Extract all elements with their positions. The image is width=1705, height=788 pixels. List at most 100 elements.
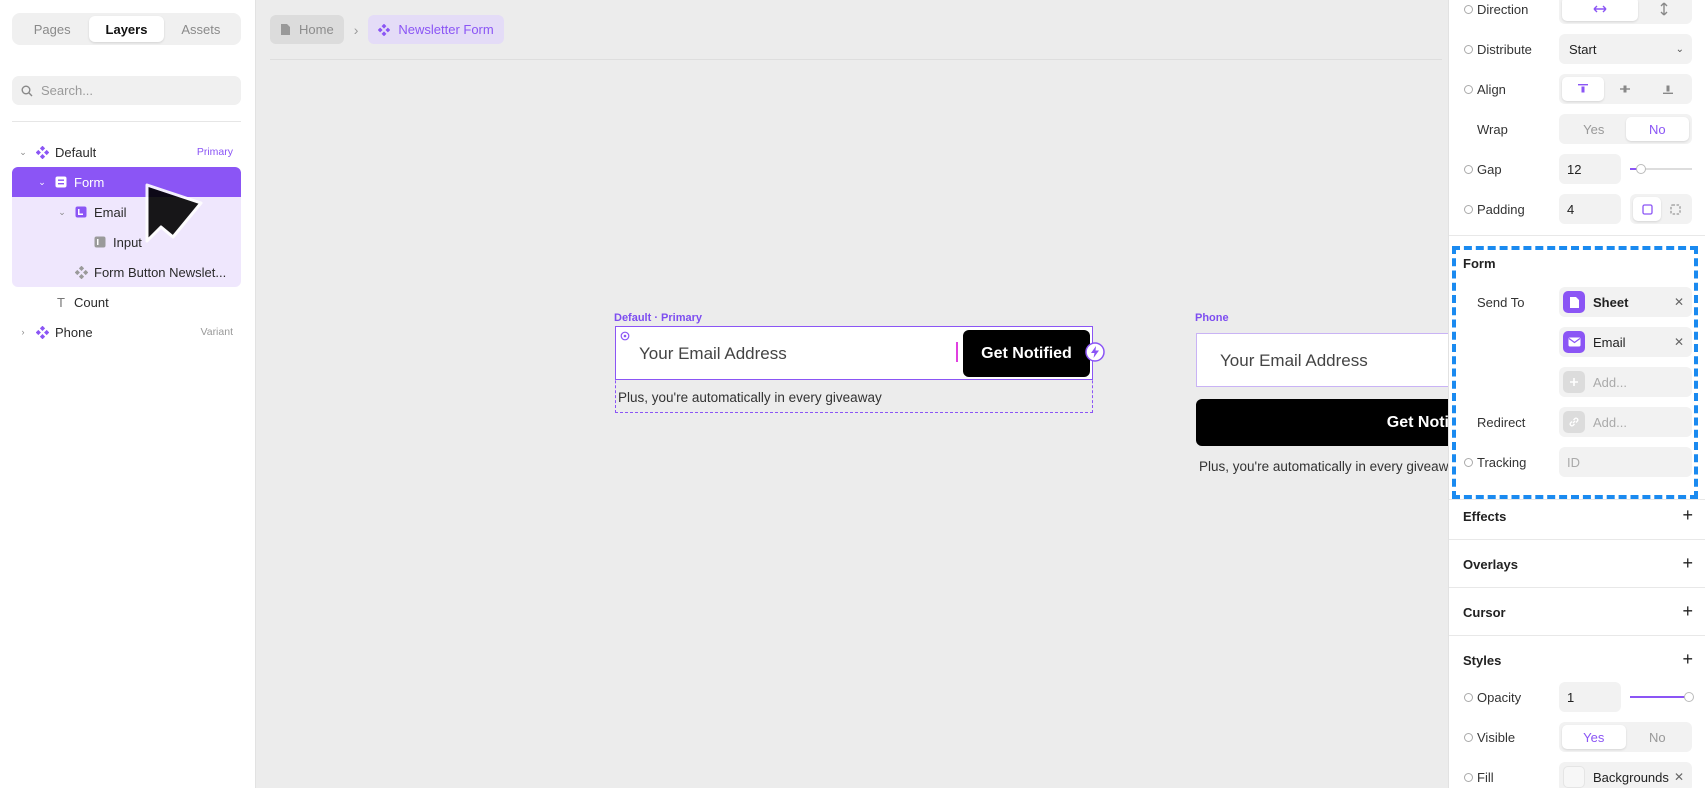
divider <box>1449 635 1705 636</box>
horizontal-arrow-icon[interactable] <box>1562 0 1639 21</box>
phone-get-notified-button[interactable]: Get Noti <box>1196 399 1449 446</box>
divider <box>270 59 1442 60</box>
send-to-add[interactable]: Add... <box>1559 367 1692 397</box>
distribute-value: Start <box>1569 41 1597 57</box>
frame-label-phone[interactable]: Phone <box>1195 312 1229 324</box>
color-swatch-icon <box>1563 766 1585 788</box>
email-input-placeholder[interactable]: Your Email Address <box>639 344 787 364</box>
property-dot-icon <box>1464 84 1473 94</box>
align-toggle <box>1559 74 1692 104</box>
gap-input[interactable]: 12 <box>1559 154 1621 184</box>
link-icon <box>1563 411 1585 433</box>
tab-pages[interactable]: Pages <box>15 16 89 42</box>
property-dot-icon <box>1464 457 1473 467</box>
chevron-down-icon: ⌄ <box>1675 43 1684 55</box>
breadcrumb-current[interactable]: Newsletter Form <box>368 15 504 44</box>
direction-toggle <box>1559 0 1692 24</box>
send-to-email-chip[interactable]: Email ✕ <box>1559 327 1692 357</box>
distribute-select[interactable]: Start ⌄ <box>1559 34 1692 64</box>
property-dot-icon <box>1464 4 1473 14</box>
slider-handle[interactable] <box>1684 692 1694 702</box>
tracking-input[interactable]: ID <box>1559 447 1692 477</box>
close-icon[interactable]: ✕ <box>1674 335 1684 349</box>
chevron-down-icon[interactable]: ⌄ <box>37 177 47 187</box>
get-notified-button[interactable]: Get Notified <box>963 330 1090 377</box>
opacity-input[interactable]: 1 <box>1559 682 1621 712</box>
opacity-row: Opacity 1 <box>1449 682 1705 712</box>
mouse-pointer-icon <box>145 183 203 243</box>
padding-uniform-icon[interactable] <box>1633 197 1661 221</box>
send-to-label: Send To <box>1477 294 1525 310</box>
add-style-plus-icon[interactable]: + <box>1682 650 1693 668</box>
property-dot-icon <box>1464 692 1473 702</box>
layer-form-button[interactable]: Form Button Newslet... <box>12 257 241 287</box>
send-to-item-label: Email <box>1593 334 1626 350</box>
search-input[interactable] <box>41 83 221 98</box>
tab-layers[interactable]: Layers <box>89 16 164 42</box>
close-icon[interactable]: ✕ <box>1674 295 1684 309</box>
align-top-icon[interactable] <box>1562 77 1605 101</box>
tab-assets[interactable]: Assets <box>164 16 238 42</box>
add-effect-plus-icon[interactable]: + <box>1682 506 1693 524</box>
property-dot-icon <box>1464 732 1473 742</box>
visible-yes-option[interactable]: Yes <box>1562 725 1626 749</box>
phone-email-input[interactable]: Your Email Address <box>1196 333 1449 387</box>
chevron-down-icon[interactable]: ⌄ <box>57 207 67 217</box>
wrap-yes-option[interactable]: Yes <box>1562 117 1626 141</box>
layer-search <box>12 76 241 105</box>
gap-row: Gap 12 <box>1449 154 1705 184</box>
gap-slider[interactable] <box>1630 164 1692 174</box>
form-icon <box>54 175 68 189</box>
gap-label: Gap <box>1477 161 1502 177</box>
panel-tabs: Pages Layers Assets <box>12 13 241 45</box>
input-icon <box>93 235 107 249</box>
email-icon <box>1563 331 1585 353</box>
opacity-slider[interactable] <box>1630 692 1694 702</box>
layer-label: Count <box>74 294 109 310</box>
add-cursor-plus-icon[interactable]: + <box>1682 602 1693 620</box>
email-input-frame[interactable]: Your Email Address Get Notified <box>615 326 1105 380</box>
divider <box>1449 587 1705 588</box>
chevron-right-icon: › <box>353 21 359 38</box>
opacity-label: Opacity <box>1477 689 1522 705</box>
fill-label: Fill <box>1477 769 1494 785</box>
search-icon <box>21 85 33 96</box>
align-center-icon[interactable] <box>1604 77 1646 101</box>
visible-no-option[interactable]: No <box>1626 725 1690 749</box>
email-input-placeholder[interactable]: Your Email Address <box>1220 351 1368 371</box>
fill-chip[interactable]: Backgrounds ✕ <box>1559 762 1692 788</box>
close-icon[interactable]: ✕ <box>1674 770 1684 784</box>
property-dot-icon <box>1464 204 1473 214</box>
padding-individual-icon[interactable] <box>1661 197 1689 221</box>
direction-label: Direction <box>1477 1 1529 17</box>
layer-label: Input <box>113 234 142 250</box>
breadcrumb-home[interactable]: Home <box>270 15 344 44</box>
send-to-item-label: Sheet <box>1593 294 1629 310</box>
frame-primary[interactable]: Your Email Address Get Notified Plus, yo… <box>615 326 1105 413</box>
padding-input[interactable]: 4 <box>1559 194 1621 224</box>
wrap-no-option[interactable]: No <box>1625 117 1689 141</box>
slider-handle[interactable] <box>1636 164 1646 174</box>
property-dot-icon <box>1464 772 1473 782</box>
design-canvas[interactable]: Home › Newsletter Form Default · Primary… <box>256 0 1456 788</box>
redirect-add[interactable]: Add... <box>1559 407 1692 437</box>
sheet-icon <box>1563 291 1585 313</box>
add-overlay-plus-icon[interactable]: + <box>1682 554 1693 572</box>
padding-mode-toggle <box>1630 194 1692 224</box>
layer-count[interactable]: T Count <box>12 287 241 317</box>
vertical-arrow-icon[interactable] <box>1638 0 1689 21</box>
layer-phone[interactable]: › Phone Variant <box>12 317 241 347</box>
breadcrumb-home-label: Home <box>299 22 334 37</box>
breadcrumb: Home › Newsletter Form <box>270 15 504 44</box>
distribute-label: Distribute <box>1477 41 1532 57</box>
frame-label-primary[interactable]: Default · Primary <box>614 312 702 324</box>
chevron-right-icon[interactable]: › <box>18 327 28 337</box>
layer-default[interactable]: ⌄ Default Primary <box>12 137 241 167</box>
lightning-icon[interactable] <box>1085 342 1105 362</box>
send-to-sheet-chip[interactable]: Sheet ✕ <box>1559 287 1692 317</box>
component-icon <box>35 325 49 339</box>
chevron-down-icon[interactable]: ⌄ <box>18 147 28 157</box>
align-bottom-icon[interactable] <box>1647 77 1689 101</box>
styles-section-title: Styles <box>1463 653 1502 668</box>
breadcrumb-current-label: Newsletter Form <box>398 22 494 37</box>
